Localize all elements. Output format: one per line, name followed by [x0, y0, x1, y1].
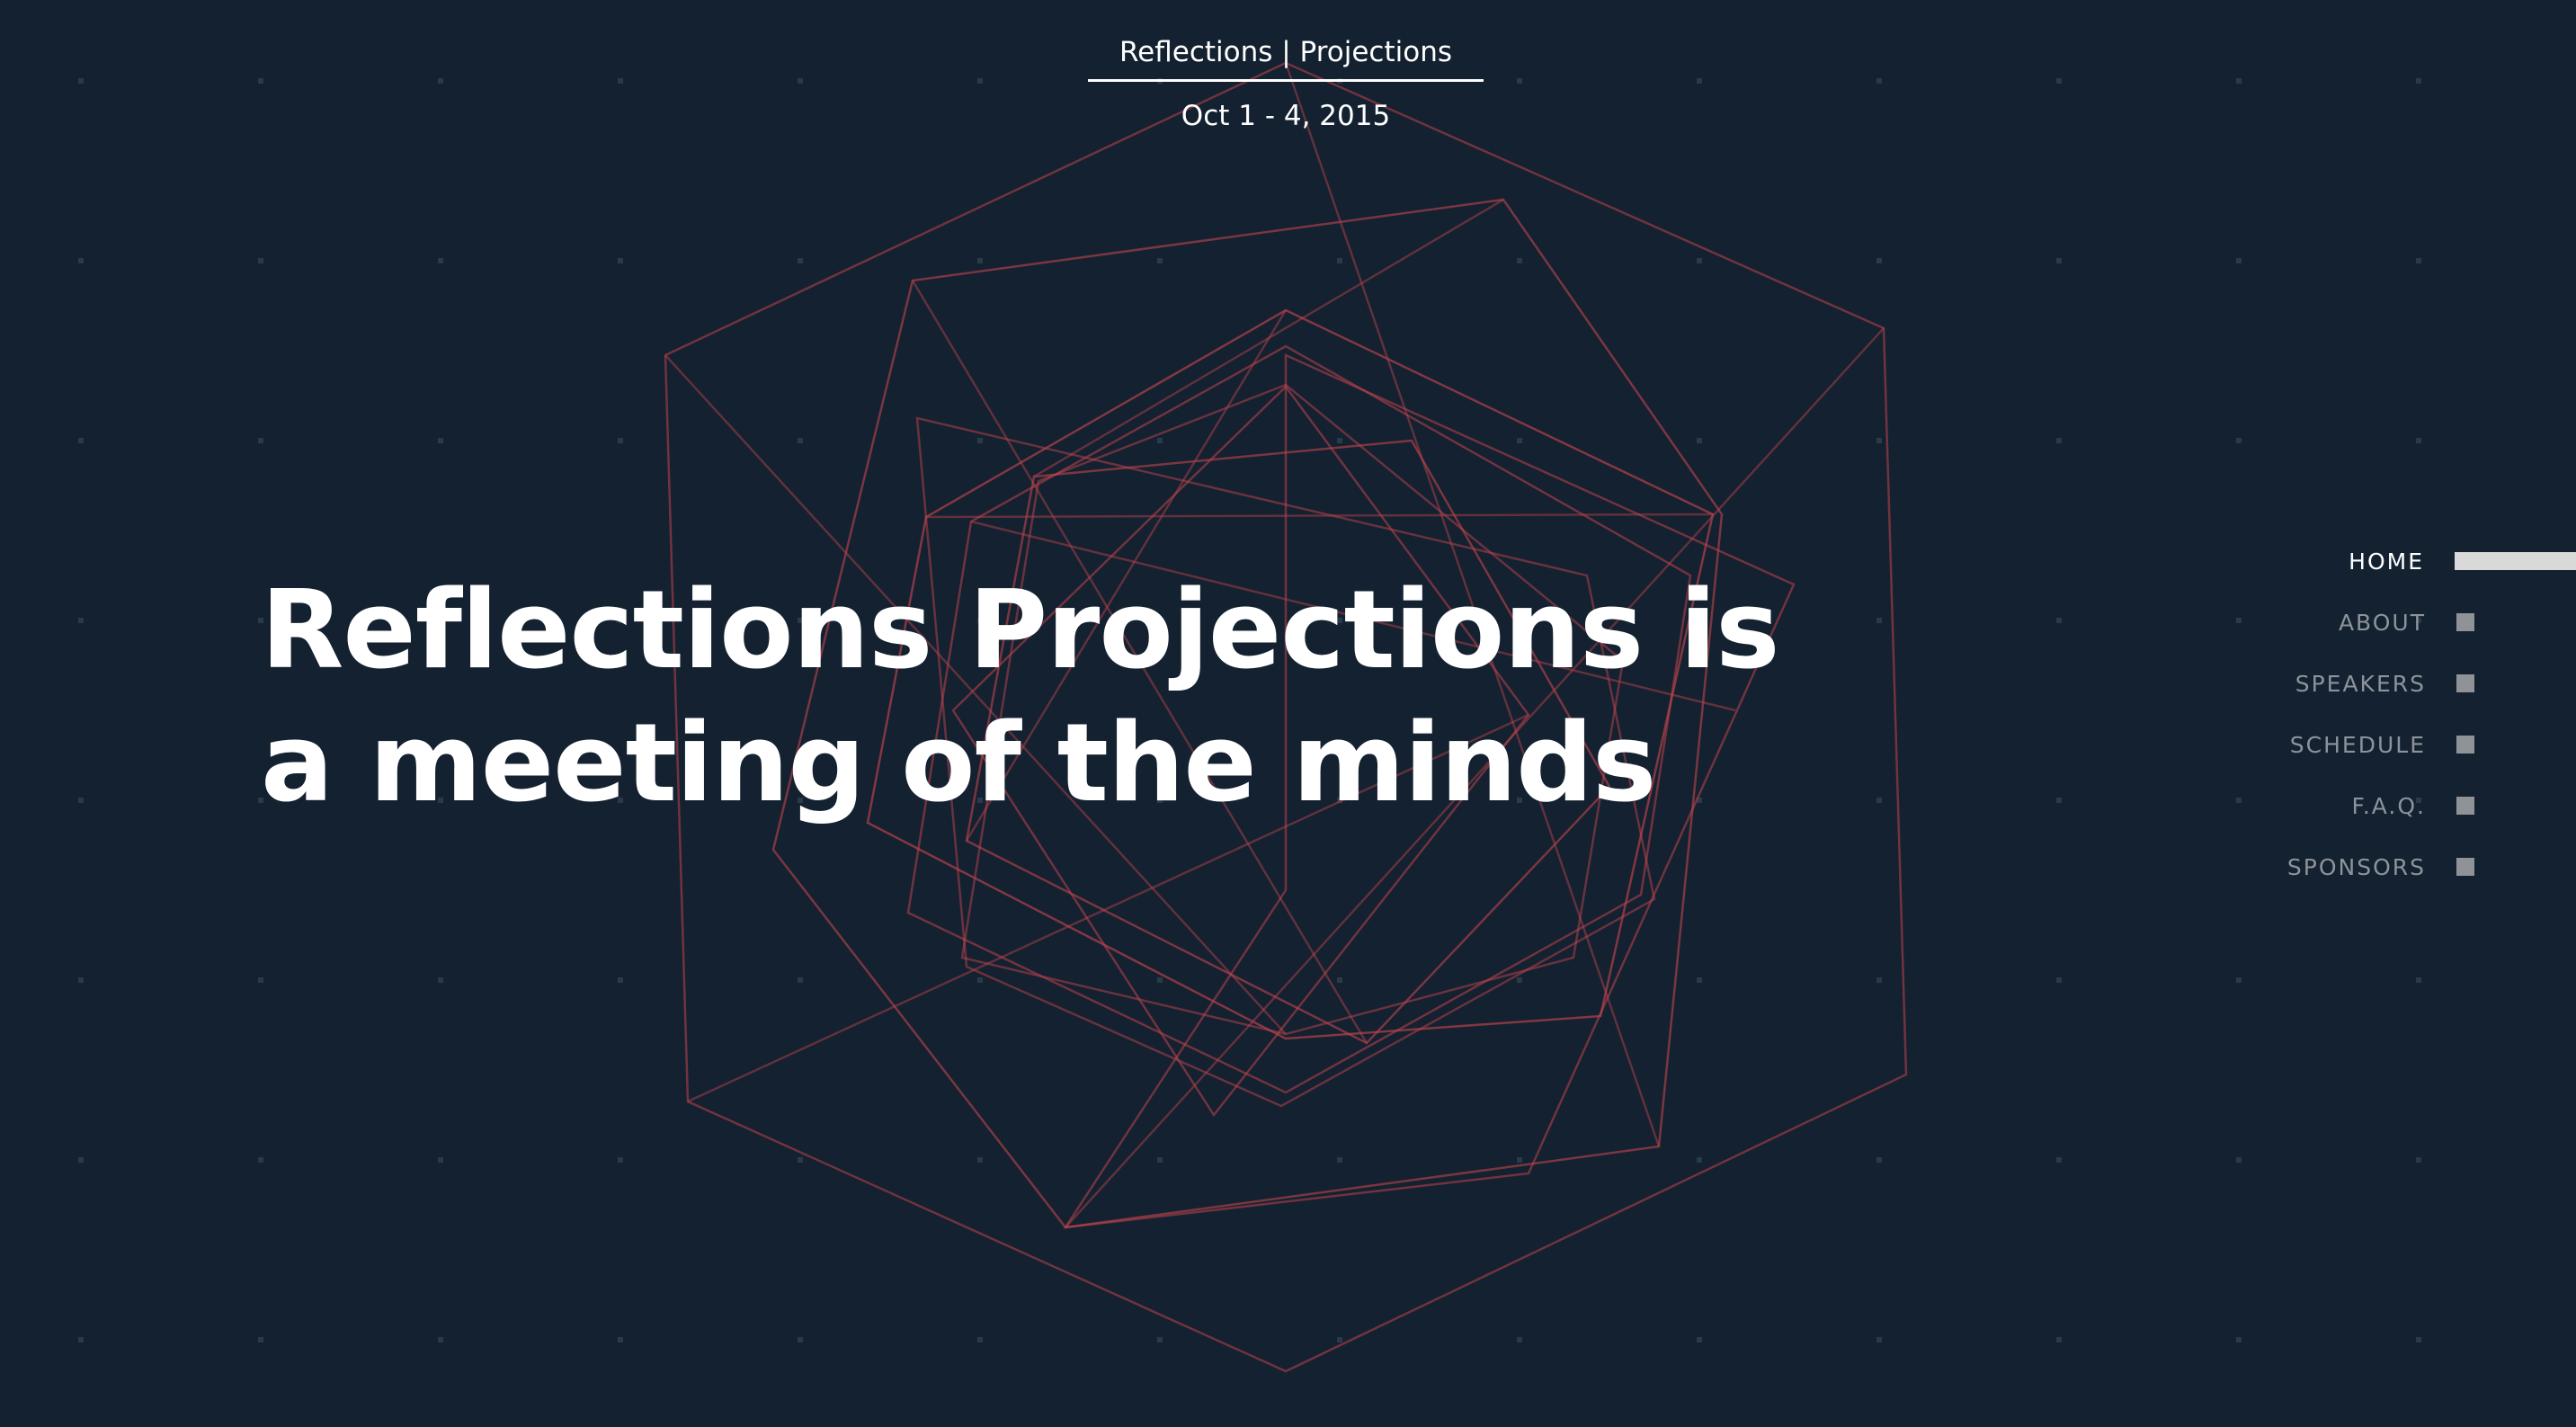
nav-item-faq[interactable]: F.A.Q. — [2126, 775, 2576, 836]
nav-label-sponsors: SPONSORS — [2286, 853, 2426, 880]
nav-item-about[interactable]: ABOUT — [2126, 592, 2576, 653]
nav-label-speakers: SPEAKERS — [2295, 670, 2426, 697]
nav-square-icon — [2456, 613, 2474, 631]
site-brand[interactable]: Reflections | Projections — [1088, 31, 1484, 74]
event-dates: Oct 1 - 4, 2015 — [1181, 100, 1391, 132]
nav-square-icon — [2456, 797, 2474, 815]
hero-headline: Reflections Projections is a meeting of … — [261, 565, 1780, 831]
nav-active-bar — [2455, 552, 2576, 570]
nav-square-icon — [2456, 674, 2474, 692]
nav-square-icon — [2456, 858, 2474, 876]
nav-label-home: HOME — [2349, 548, 2424, 575]
nav-item-home[interactable]: HOME — [2126, 531, 2576, 592]
page: Reflections | Projections Oct 1 - 4, 201… — [0, 0, 2576, 1427]
hero-line-2: a meeting of the minds — [261, 701, 1656, 826]
nav-item-sponsors[interactable]: SPONSORS — [2126, 836, 2576, 897]
brand-divider — [1088, 79, 1484, 82]
site-header: Reflections | Projections Oct 1 - 4, 201… — [1088, 27, 1484, 138]
nav-square-icon — [2456, 736, 2474, 754]
nav-item-schedule[interactable]: SCHEDULE — [2126, 714, 2576, 775]
art-line — [925, 513, 1714, 519]
nav-label-schedule: SCHEDULE — [2289, 731, 2426, 758]
nav-label-faq: F.A.Q. — [2351, 792, 2426, 819]
nav-item-speakers[interactable]: SPEAKERS — [2126, 653, 2576, 714]
section-nav: HOME ABOUT SPEAKERS SCHEDULE F.A.Q. SPON… — [2126, 531, 2576, 897]
hero-line-1: Reflections Projections is — [261, 568, 1780, 693]
nav-label-about: ABOUT — [2338, 609, 2426, 636]
